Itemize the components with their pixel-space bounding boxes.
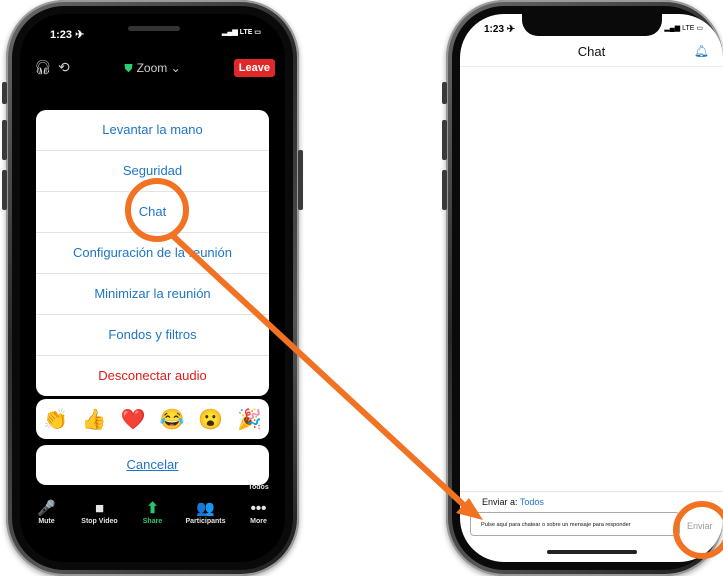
status-time: 1:23 ✈	[484, 24, 516, 35]
battery-icon: ▭	[696, 25, 703, 32]
joy-reaction-icon[interactable]: 😂	[159, 407, 184, 432]
menu-item-disconnect-audio[interactable]: Desconectar audio	[36, 356, 269, 396]
menu-item-chat[interactable]: Chat	[36, 192, 269, 233]
menu-item-raise-hand[interactable]: Levantar la mano	[36, 110, 269, 151]
participants-icon: 👥	[196, 500, 215, 517]
volume-down-button	[2, 170, 7, 210]
volume-up-button	[442, 120, 447, 160]
volume-down-button	[442, 170, 447, 210]
leave-button[interactable]: Leave	[233, 59, 275, 77]
mute-button[interactable]: 🎤 Mute	[22, 500, 72, 540]
signal-battery-indicator: ▂▄▆ LTE ▭	[222, 28, 261, 36]
status-bar: 1:23 ✈ ▂▄▆ LTE ▭	[484, 24, 703, 35]
network-type-label: LTE	[682, 25, 695, 32]
more-options-menu: Levantar la mano Seguridad Chat Configur…	[36, 110, 269, 396]
signal-battery-indicator: ▂▄▆ LTE ▭	[664, 24, 703, 32]
more-button[interactable]: Todos ••• More	[234, 484, 284, 540]
thumbs-up-reaction-icon[interactable]: 👍	[82, 407, 107, 432]
meeting-title-label: Zoom	[136, 61, 168, 75]
share-label: Share	[142, 518, 163, 525]
participants-button[interactable]: 👥 Participants	[181, 500, 231, 540]
cellular-signal-icon: ▂▄▆	[222, 29, 238, 36]
share-icon: ⬆	[146, 500, 159, 517]
send-to-value: Todos	[519, 497, 544, 507]
cancel-button[interactable]: Cancelar	[36, 445, 269, 485]
reactions-bar: 👏 👍 ❤️ 😂 😮 🎉	[36, 399, 269, 439]
chat-screen: 1:23 ✈ ▂▄▆ LTE ▭ Chat 🔔︎ Enviar a: Todos…	[460, 14, 723, 562]
battery-icon: ▭	[254, 29, 261, 36]
send-to-selector[interactable]: Enviar a: Todos	[482, 497, 544, 507]
shield-icon: ⛊	[124, 63, 133, 75]
message-input[interactable]: Pulse aquí para chatear o sobre un mensa…	[470, 512, 680, 536]
mute-switch	[442, 82, 447, 104]
send-button[interactable]: Enviar	[687, 521, 713, 531]
menu-item-backgrounds-filters[interactable]: Fondos y filtros	[36, 315, 269, 356]
share-button[interactable]: ⬆ Share	[128, 500, 178, 540]
mute-label: Mute	[38, 518, 55, 525]
volume-up-button	[2, 120, 7, 160]
mute-switch	[2, 82, 7, 104]
status-bar: 1:23 ✈ ▂▄▆ LTE ▭	[50, 28, 261, 44]
zoom-meeting-screen: 1:23 ✈ ▂▄▆ LTE ▭ 🎧︎ ⟲ ⛊ Zoom ⌄ Leave Leva…	[20, 14, 285, 562]
participants-label: Participants	[185, 518, 226, 525]
chevron-down-icon: ⌄	[170, 61, 181, 75]
surprised-reaction-icon[interactable]: 😮	[198, 407, 223, 432]
divider	[460, 491, 723, 492]
stop-video-label: Stop Video	[81, 518, 118, 525]
more-label: More	[250, 518, 267, 525]
clap-reaction-icon[interactable]: 👏	[43, 407, 68, 432]
bell-icon[interactable]: 🔔︎	[694, 44, 709, 58]
party-reaction-icon[interactable]: 🎉	[237, 407, 262, 432]
home-indicator	[546, 550, 637, 554]
mic-icon: 🎤	[37, 500, 56, 517]
power-button	[298, 150, 303, 210]
video-camera-icon: ■	[94, 500, 105, 517]
meeting-toolbar: 🎤 Mute ■ Stop Video ⬆ Share 👥 Participan…	[20, 484, 285, 540]
more-icon: •••	[250, 500, 267, 517]
heart-reaction-icon[interactable]: ❤️	[121, 407, 146, 432]
chat-header: Chat 🔔︎	[460, 44, 723, 67]
network-type-label: LTE	[239, 29, 253, 36]
stop-video-button[interactable]: ■ Stop Video	[75, 500, 125, 540]
menu-item-security[interactable]: Seguridad	[36, 151, 269, 192]
menu-item-minimize-meeting[interactable]: Minimizar la reunión	[36, 274, 269, 315]
send-to-prefix: Enviar a:	[482, 497, 518, 507]
cellular-signal-icon: ▂▄▆	[664, 25, 681, 32]
phone-right: 1:23 ✈ ▂▄▆ LTE ▭ Chat 🔔︎ Enviar a: Todos…	[442, 0, 723, 576]
more-top-label: Todos	[248, 484, 269, 491]
meeting-top-bar: 🎧︎ ⟲ ⛊ Zoom ⌄ Leave	[20, 58, 285, 80]
status-time: 1:23 ✈	[50, 29, 85, 41]
page-title: Chat	[577, 44, 606, 59]
menu-item-meeting-settings[interactable]: Configuración de la reunión	[36, 233, 269, 274]
phone-left: 1:23 ✈ ▂▄▆ LTE ▭ 🎧︎ ⟲ ⛊ Zoom ⌄ Leave Leva…	[2, 0, 303, 576]
